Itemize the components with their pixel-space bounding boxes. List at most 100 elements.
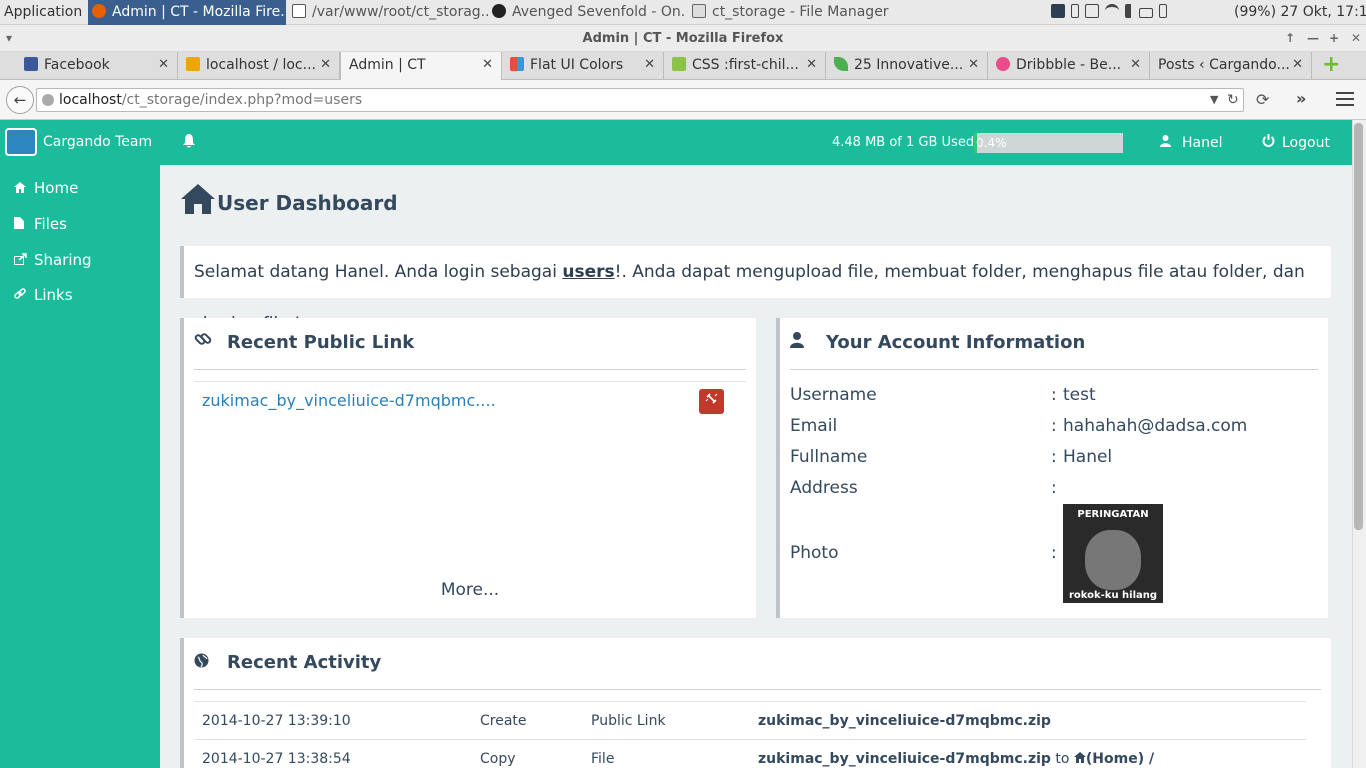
sidebar: Home Files Sharing Links: [0, 165, 160, 768]
close-window-icon[interactable]: ✕: [1351, 25, 1361, 52]
tab-facebook[interactable]: Facebook ✕: [16, 52, 178, 80]
tab-bar: Facebook ✕ localhost / loc... ✕ Admin | CT…: [0, 52, 1366, 81]
profile-photo: PERINGATAN rokok-ku hilang: [1063, 504, 1163, 603]
back-button-icon[interactable]: ←: [6, 86, 34, 114]
user-role-link[interactable]: users: [562, 262, 614, 282]
tab-admin-ct[interactable]: Admin | CT ✕: [340, 52, 502, 81]
tab-css-first-child[interactable]: CSS :first-chil... ✕: [664, 52, 826, 80]
close-tab-icon[interactable]: ✕: [320, 52, 331, 78]
clock-status[interactable]: (99%) 27 Okt, 17:12: [1234, 0, 1366, 25]
window-menu-icon[interactable]: ▾: [6, 25, 12, 52]
taskbar-item-label: Avenged Sevenfold - On...: [512, 4, 684, 20]
battery-applet-icon[interactable]: [1071, 4, 1079, 18]
taskbar-item-file-manager[interactable]: ct_storage - File Manager: [692, 0, 892, 25]
application-menu[interactable]: Application: [4, 0, 82, 25]
menu-hamburger-icon[interactable]: [1336, 92, 1354, 106]
close-tab-icon[interactable]: ✕: [482, 52, 493, 78]
logout-label: Logout: [1282, 135, 1330, 151]
bell-icon[interactable]: [183, 134, 195, 152]
link-icon: [194, 318, 227, 368]
firefox-icon: [92, 4, 106, 18]
facebook-icon: [24, 57, 38, 71]
panel-title: Your Account Information: [790, 318, 1085, 368]
volume-icon[interactable]: [1125, 4, 1133, 18]
tab-phpmyadmin[interactable]: localhost / loc... ✕: [178, 52, 340, 80]
sidebar-item-label: Links: [34, 286, 73, 304]
file-icon: [14, 207, 34, 243]
public-link[interactable]: zukimac_by_vinceliuice-d7mqbmc....: [202, 389, 496, 413]
panel-title-text: Recent Activity: [227, 652, 382, 673]
tab-25-innovative[interactable]: 25 Innovative... ✕: [826, 52, 988, 80]
wifi-icon[interactable]: [1105, 4, 1119, 18]
tab-label: CSS :first-chil...: [692, 57, 799, 73]
taskbar-item-editor[interactable]: /var/www/root/ct_storag...: [292, 0, 488, 25]
close-tab-icon[interactable]: ✕: [1130, 52, 1141, 78]
tab-posts-cargando[interactable]: Posts ‹ Cargando... ✕: [1150, 52, 1312, 80]
storage-progress-label: 0.4%: [976, 136, 1007, 150]
photo-caption-bottom: rokok-ku hilang: [1068, 590, 1158, 601]
user-icon: [1160, 120, 1182, 166]
panel-title-text: Recent Public Link: [227, 332, 415, 353]
sidebar-item-links[interactable]: Links: [0, 277, 160, 313]
calendar-icon[interactable]: [1085, 4, 1099, 18]
power-icon: [1262, 120, 1282, 166]
activity-time: 2014-10-27 13:38:54: [202, 751, 351, 767]
tab-label: 25 Innovative...: [854, 57, 964, 73]
activity-file-name: zukimac_by_vinceliuice-d7mqbmc.zip: [758, 713, 1051, 729]
photo-label: Photo: [790, 543, 839, 563]
activity-target: zukimac_by_vinceliuice-d7mqbmc.zip to (H…: [758, 740, 1154, 768]
overflow-chevron-icon[interactable]: »: [1296, 89, 1306, 108]
unlink-icon[interactable]: [699, 389, 724, 414]
mail-icon[interactable]: [1139, 8, 1153, 18]
taskbar-item-music[interactable]: Avenged Sevenfold - On...: [492, 0, 684, 25]
screen-icon[interactable]: [1051, 4, 1065, 18]
scrollbar-thumb[interactable]: [1354, 123, 1363, 530]
close-tab-icon[interactable]: ✕: [644, 52, 655, 78]
activity-time: 2014-10-27 13:39:10: [202, 713, 351, 729]
editor-icon: [292, 4, 306, 18]
reload-icon[interactable]: ↻: [1227, 89, 1239, 111]
sync-icon[interactable]: ⟳: [1256, 90, 1269, 109]
activity-action: Copy: [480, 751, 516, 767]
minimize-icon[interactable]: —: [1307, 25, 1319, 52]
tab-flat-ui-colors[interactable]: Flat UI Colors ✕: [502, 52, 664, 80]
css-icon: [672, 57, 686, 71]
sidebar-item-label: Files: [34, 215, 67, 233]
folder-icon: [692, 4, 706, 18]
email-value: hahahah@dadsa.com: [1063, 416, 1248, 436]
username-label: Username: [790, 385, 877, 405]
separator-colon: :: [1051, 543, 1057, 563]
close-tab-icon[interactable]: ✕: [158, 52, 169, 78]
brand-logo[interactable]: [5, 128, 37, 156]
globe-icon: [42, 94, 54, 106]
logout-link[interactable]: Logout: [1262, 120, 1330, 166]
table-row: 2014-10-27 13:39:10 Create Public Link z…: [194, 701, 1306, 739]
tab-dribbble[interactable]: Dribbble - Be... ✕: [988, 52, 1150, 80]
maximize-icon[interactable]: +: [1329, 25, 1339, 52]
new-tab-icon[interactable]: +: [1322, 54, 1344, 76]
panel-title: Recent Public Link: [194, 318, 414, 368]
sidebar-item-files[interactable]: Files: [0, 206, 160, 242]
more-link[interactable]: More...: [184, 578, 756, 602]
activity-action: Create: [480, 713, 527, 729]
battery-icon[interactable]: [1159, 4, 1167, 18]
welcome-text: Selamat datang Hanel. Anda login sebagai: [194, 262, 563, 282]
user-menu[interactable]: Hanel: [1160, 120, 1222, 166]
brand-name[interactable]: Cargando Team: [43, 120, 152, 164]
sidebar-item-home[interactable]: Home: [0, 170, 160, 206]
music-player-icon: [492, 4, 506, 18]
separator-colon: :: [1051, 416, 1057, 436]
separator-colon: :: [1051, 447, 1057, 467]
tray-icons: [1051, 0, 1173, 25]
url-bar[interactable]: localhost/ct_storage/index.php?mod=users…: [36, 88, 1244, 112]
taskbar-item-firefox[interactable]: Admin | CT - Mozilla Fire...: [88, 0, 286, 25]
url-dropdown-icon[interactable]: ▼: [1210, 89, 1218, 111]
tab-label: Admin | CT: [349, 57, 426, 73]
sidebar-item-sharing[interactable]: Sharing: [0, 242, 160, 278]
close-tab-icon[interactable]: ✕: [806, 52, 817, 78]
leaf-icon: [834, 57, 848, 71]
close-tab-icon[interactable]: ✕: [1292, 52, 1303, 78]
close-tab-icon[interactable]: ✕: [968, 52, 979, 78]
recent-public-link-panel: Recent Public Link: [180, 318, 756, 618]
window-up-icon[interactable]: ↑: [1285, 25, 1295, 52]
